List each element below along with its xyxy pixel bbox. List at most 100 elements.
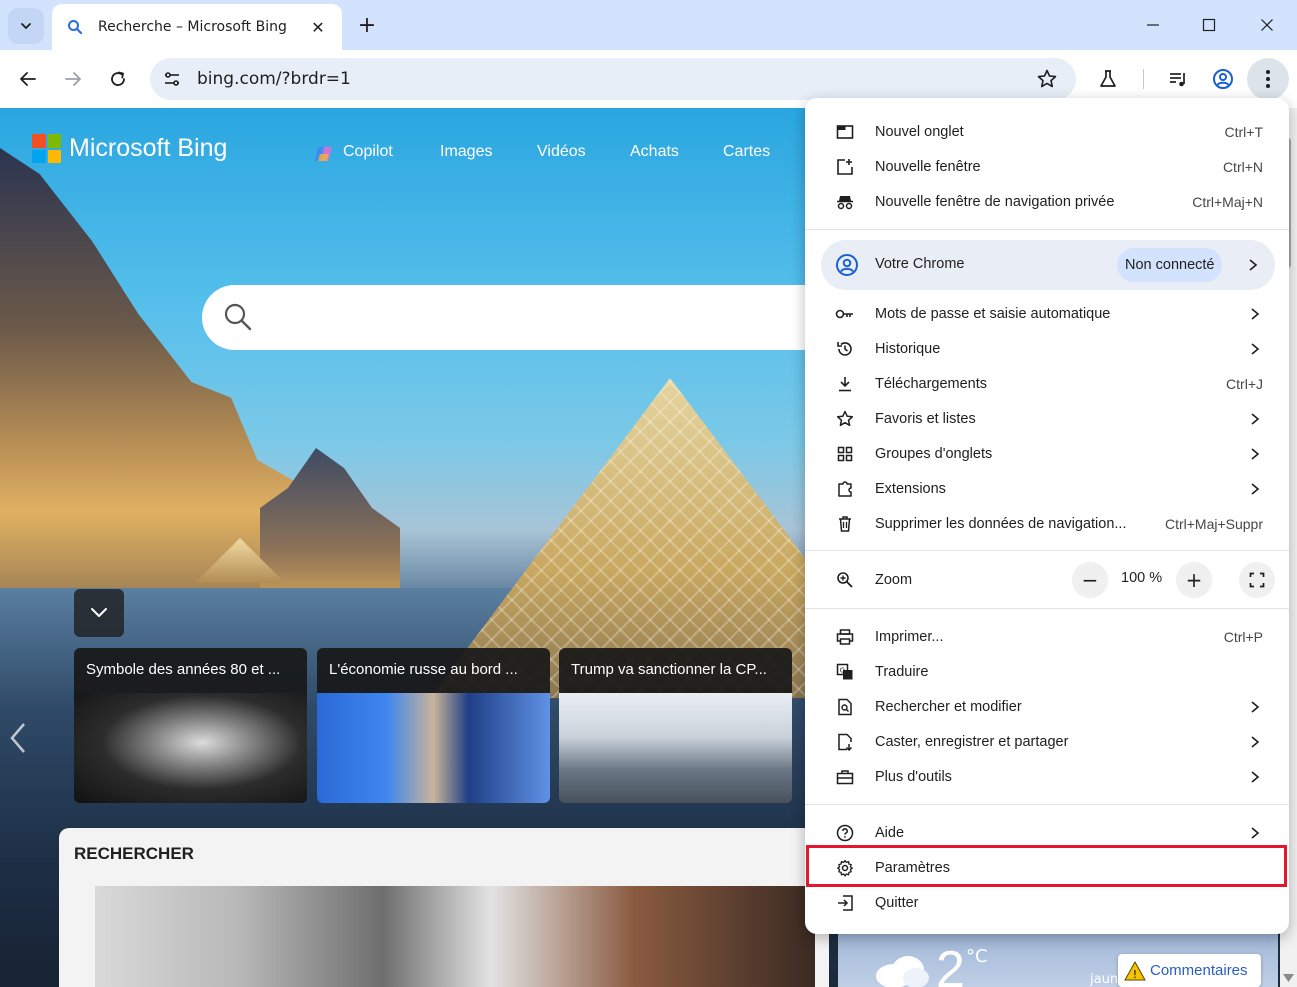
- reload-button[interactable]: [102, 63, 134, 95]
- new-tab-button[interactable]: +: [352, 10, 382, 40]
- bing-search-input[interactable]: [202, 285, 842, 350]
- close-icon: [1261, 19, 1273, 31]
- menu-item-cast-save-share[interactable]: Caster, enregistrer et partager: [805, 724, 1289, 759]
- scroll-down-arrow-icon[interactable]: [1283, 973, 1294, 983]
- collapse-feed-button[interactable]: [74, 589, 124, 637]
- menu-item-new-window[interactable]: Nouvelle fenêtre Ctrl+N: [805, 149, 1289, 184]
- gear-icon: [835, 858, 855, 878]
- menu-item-shortcut: Ctrl+T: [1224, 123, 1264, 140]
- menu-item-print[interactable]: Imprimer... Ctrl+P: [805, 619, 1289, 654]
- chevron-right-icon: [1251, 342, 1260, 355]
- menu-separator: [805, 804, 1289, 805]
- feedback-button[interactable]: ! Commentaires: [1118, 954, 1261, 987]
- fullscreen-button[interactable]: [1239, 562, 1275, 598]
- menu-item-exit[interactable]: Quitter: [805, 885, 1289, 920]
- news-card[interactable]: Symbole des années 80 et ...: [74, 648, 307, 803]
- menu-item-find-edit[interactable]: Rechercher et modifier: [805, 689, 1289, 724]
- chrome-menu-button[interactable]: [1247, 58, 1289, 100]
- minimize-button[interactable]: [1125, 0, 1181, 50]
- tab-close-icon[interactable]: ✕: [308, 17, 328, 37]
- menu-item-settings[interactable]: Paramètres: [805, 850, 1289, 885]
- menu-item-zoom: Zoom: [805, 562, 1289, 598]
- menu-item-label: Rechercher et modifier: [875, 698, 1022, 715]
- menu-item-translate[interactable]: G Traduire: [805, 654, 1289, 689]
- menu-item-label: Paramètres: [875, 859, 950, 876]
- close-window-button[interactable]: [1239, 0, 1295, 50]
- carousel-prev-icon[interactable]: [8, 720, 28, 756]
- menu-item-profile[interactable]: Votre Chrome Non connecté: [821, 240, 1275, 290]
- warning-icon: !: [1124, 960, 1146, 981]
- printer-icon: [835, 627, 855, 647]
- reload-icon: [111, 71, 125, 86]
- menu-item-label: Nouvelle fenêtre de navigation privée: [875, 193, 1115, 210]
- chevron-right-icon: [1251, 412, 1260, 425]
- news-card-title: Symbole des années 80 et ...: [74, 648, 307, 693]
- news-card-title: Trump va sanctionner la CP...: [559, 648, 792, 693]
- chevron-right-icon: [1251, 482, 1260, 495]
- menu-item-label: Plus d'outils: [875, 768, 952, 785]
- zoom-out-button[interactable]: −: [1072, 562, 1108, 598]
- forward-button[interactable]: [57, 63, 89, 95]
- menu-item-help[interactable]: Aide: [805, 815, 1289, 850]
- search-feed-label: RECHERCHER: [74, 844, 194, 863]
- feedback-label: Commentaires: [1150, 962, 1248, 979]
- zoom-icon: [835, 570, 855, 590]
- news-card[interactable]: Trump va sanctionner la CP...: [559, 648, 792, 803]
- download-icon: [835, 374, 855, 394]
- url-text[interactable]: bing.com/?brdr=1: [197, 69, 351, 89]
- menu-item-label: Téléchargements: [875, 375, 988, 392]
- grid-icon: [835, 444, 855, 464]
- menu-item-clear-data[interactable]: Supprimer les données de navigation... C…: [805, 506, 1289, 541]
- zoom-in-button[interactable]: +: [1176, 562, 1212, 598]
- nav-images[interactable]: Images: [440, 143, 492, 161]
- menu-item-label: Favoris et listes: [875, 410, 976, 427]
- nav-shopping[interactable]: Achats: [630, 143, 679, 161]
- menu-item-new-tab[interactable]: Nouvel onglet Ctrl+T: [805, 114, 1289, 149]
- svg-text:G: G: [840, 666, 845, 674]
- chrome-main-menu: Nouvel onglet Ctrl+T Nouvelle fenêtre Ct…: [805, 98, 1289, 934]
- star-icon: [835, 409, 855, 429]
- search-favicon-icon: [68, 20, 83, 35]
- news-card[interactable]: L'économie russe au bord ...: [317, 648, 550, 803]
- menu-item-history[interactable]: Historique: [805, 331, 1289, 366]
- search-feed-image[interactable]: [95, 886, 815, 987]
- menu-item-label: Nouvelle fenêtre: [875, 158, 981, 175]
- menu-separator: [805, 229, 1289, 230]
- menu-item-tab-groups[interactable]: Groupes d'onglets: [805, 436, 1289, 471]
- address-bar[interactable]: bing.com/?brdr=1: [150, 58, 1076, 100]
- menu-item-more-tools[interactable]: Plus d'outils: [805, 759, 1289, 794]
- maximize-button[interactable]: [1181, 0, 1237, 50]
- exit-icon: [835, 893, 855, 913]
- menu-item-shortcut: Ctrl+Maj+Suppr: [1164, 515, 1263, 532]
- back-button[interactable]: [12, 63, 44, 95]
- music-queue-icon: [1170, 73, 1185, 87]
- history-icon: [835, 339, 855, 359]
- nav-copilot[interactable]: Copilot: [343, 143, 393, 161]
- bing-logo[interactable]: Microsoft Bing: [32, 134, 227, 163]
- labs-button[interactable]: [1092, 63, 1124, 95]
- microsoft-logo-icon: [32, 134, 61, 163]
- menu-item-label: Aide: [875, 824, 905, 841]
- media-controls-button[interactable]: [1162, 63, 1194, 95]
- active-tab[interactable]: Recherche – Microsoft Bing ✕: [52, 4, 342, 50]
- menu-item-passwords[interactable]: Mots de passe et saisie automatique: [805, 296, 1289, 331]
- menu-item-bookmarks[interactable]: Favoris et listes: [805, 401, 1289, 436]
- profile-button[interactable]: [1207, 63, 1239, 95]
- tab-search-button[interactable]: [8, 8, 44, 44]
- menu-separator: [805, 550, 1289, 551]
- site-info-button[interactable]: [160, 67, 184, 91]
- toolbox-icon: [835, 767, 855, 787]
- new-tab-icon: [835, 122, 855, 142]
- nav-maps[interactable]: Cartes: [723, 143, 770, 161]
- menu-item-downloads[interactable]: Téléchargements Ctrl+J: [805, 366, 1289, 401]
- trash-icon: [835, 514, 855, 534]
- menu-item-incognito[interactable]: Nouvelle fenêtre de navigation privée Ct…: [805, 184, 1289, 219]
- zoom-level: 100 %: [1121, 570, 1163, 586]
- weather-unit: °C: [966, 946, 988, 967]
- menu-item-extensions[interactable]: Extensions: [805, 471, 1289, 506]
- save-page-icon: [835, 732, 855, 752]
- nav-videos[interactable]: Vidéos: [537, 143, 586, 161]
- profile-label: Votre Chrome: [875, 256, 965, 272]
- bookmark-star-icon[interactable]: [1036, 68, 1058, 90]
- account-circle-icon: [836, 254, 858, 276]
